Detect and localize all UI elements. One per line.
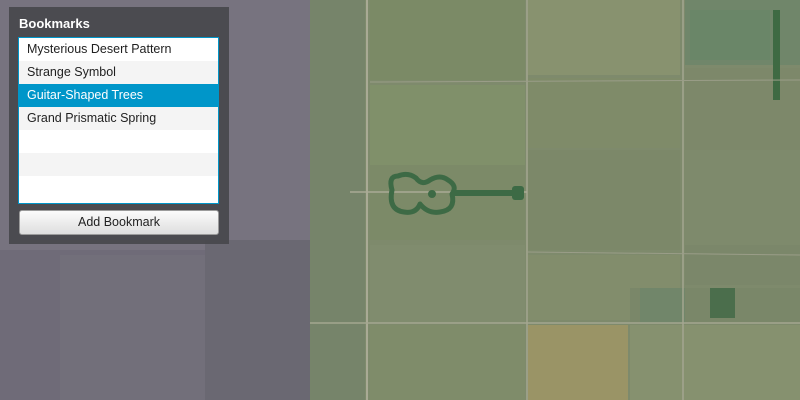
panel-title: Bookmarks	[19, 16, 90, 31]
bookmark-item-guitar-shaped-trees[interactable]: Guitar-Shaped Trees	[19, 84, 218, 107]
empty-list-row	[19, 153, 218, 176]
bookmark-item-grand-prismatic-spring[interactable]: Grand Prismatic Spring	[19, 107, 218, 130]
bookmark-list[interactable]: Mysterious Desert Pattern Strange Symbol…	[18, 37, 219, 204]
empty-list-row	[19, 130, 218, 153]
bookmark-label: Guitar-Shaped Trees	[27, 88, 144, 102]
empty-list-row	[19, 176, 218, 199]
bookmark-item-mysterious-desert-pattern[interactable]: Mysterious Desert Pattern	[19, 38, 218, 61]
bookmark-item-strange-symbol[interactable]: Strange Symbol	[19, 61, 218, 84]
bookmark-label: Grand Prismatic Spring	[27, 111, 157, 125]
bookmarks-panel: Bookmarks Mysterious Desert Pattern Stra…	[9, 7, 229, 244]
bookmark-label: Mysterious Desert Pattern	[27, 42, 172, 56]
add-bookmark-button[interactable]: Add Bookmark	[19, 210, 219, 235]
bookmark-label: Strange Symbol	[27, 65, 116, 79]
